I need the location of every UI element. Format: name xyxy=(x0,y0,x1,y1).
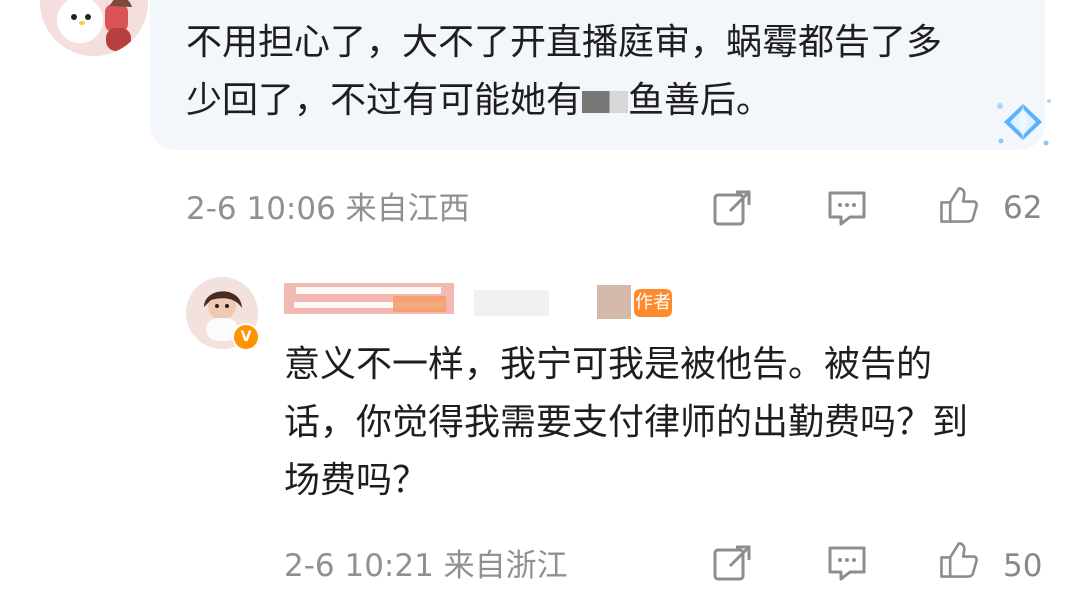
author-tag: 作者 xyxy=(634,289,672,317)
reply-line-1: 意义不一样，我宁可我是被他告。被告的 xyxy=(284,344,933,385)
comment-meta-1: 2-6 10:06 来自江西 xyxy=(186,191,470,227)
share-icon[interactable] xyxy=(712,188,754,228)
verified-icon: V xyxy=(232,323,260,351)
diamond-sticker-icon xyxy=(997,99,1051,146)
like-count-2: 50 xyxy=(1003,548,1043,584)
avatar-top[interactable] xyxy=(40,0,148,56)
redaction-mark xyxy=(582,91,629,113)
main-comment-line-2-before: 少回了，不过有可能她有 xyxy=(186,80,583,121)
like-count-1: 62 xyxy=(1003,190,1043,226)
like-icon[interactable] xyxy=(937,540,979,580)
main-comment-line-2-after: 鱼善后。 xyxy=(628,80,773,121)
share-icon[interactable] xyxy=(712,543,754,583)
comment-icon[interactable] xyxy=(826,188,868,228)
reply-line-2: 话，你觉得我需要支付律师的出勤费吗？到 xyxy=(284,402,969,443)
comment-meta-2: 2-6 10:21 来自浙江 xyxy=(284,548,568,584)
main-comment-text: 不用担心了，大不了开直播庭审，蜗霉都告了多 少回了，不过有可能她有 鱼善后。 xyxy=(186,14,1026,130)
comment-icon[interactable] xyxy=(826,543,868,583)
like-icon[interactable] xyxy=(937,185,979,225)
reply-comment-text: 意义不一样，我宁可我是被他告。被告的 话，你觉得我需要支付律师的出勤费吗？到 场… xyxy=(284,336,1044,510)
reply-line-3: 场费吗？ xyxy=(284,460,429,501)
main-comment-line-1: 不用担心了，大不了开直播庭审，蜗霉都告了多 xyxy=(186,22,943,63)
avatar-image xyxy=(40,0,148,56)
username-redaction xyxy=(284,283,631,319)
